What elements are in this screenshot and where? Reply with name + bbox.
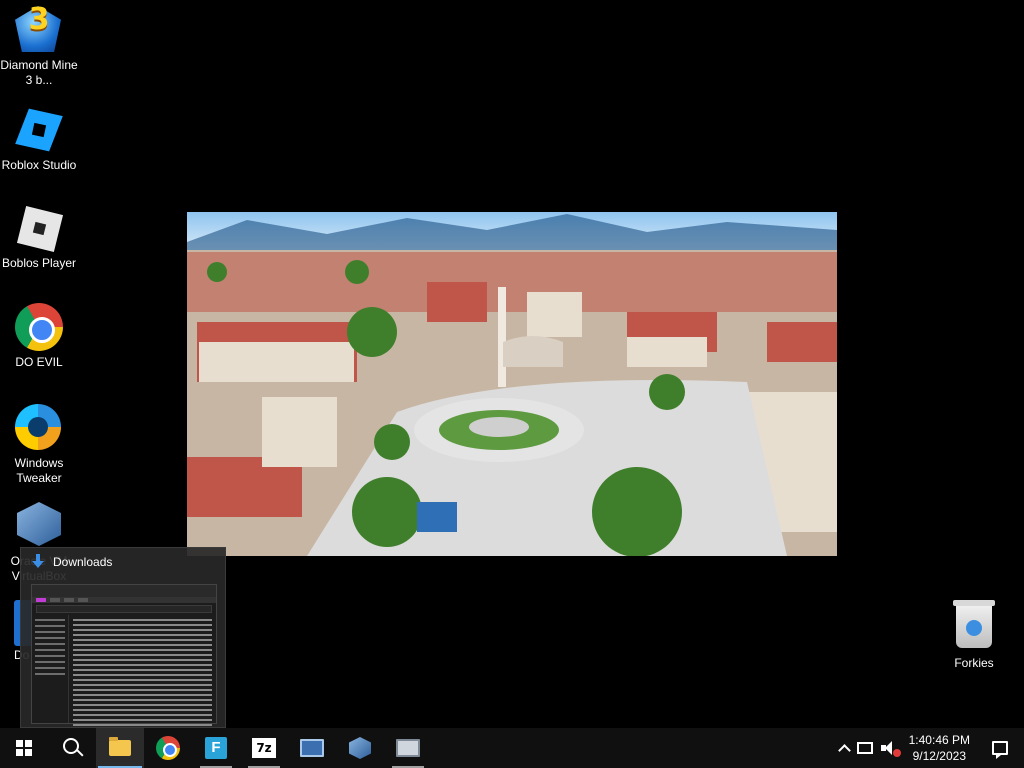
remote-desktop-icon [396,739,420,757]
downloads-thumbnail-preview[interactable]: Downloads [20,547,226,736]
chrome-icon [156,736,180,760]
desktop: 3 Diamond Mine 3 b... Roblox Studio Bobl… [0,0,1024,736]
action-center-button[interactable] [978,728,1024,768]
search-icon [63,738,79,754]
wallpaper-photo [187,212,837,556]
desktop-icon-label: Boblos Player [1,256,77,270]
taskbar-monitor[interactable] [288,728,336,768]
desktop-icon-label: Windows Tweaker [14,456,64,485]
taskbar-flash-player[interactable]: F [192,728,240,768]
network-icon [856,742,873,754]
desktop-icon-do-evil[interactable]: DO EVIL [0,303,78,370]
virtualbox-icon [349,737,371,759]
roblox-player-icon [15,204,64,253]
flash-player-icon: F [205,737,227,759]
notification-icon [992,741,1008,759]
desktop-icon-recycle-bin[interactable]: Forkies [935,600,1013,671]
clock-time: 1:40:46 PM [908,733,970,747]
chevron-up-icon [837,744,851,757]
network-button[interactable] [853,728,877,768]
thumbnail-window-content [31,584,217,736]
recycle-bin-icon [950,600,998,652]
windows-tweaker-icon [15,404,63,452]
taskbar-chrome[interactable] [144,728,192,768]
desktop-icon-diamond-mine[interactable]: 3 Diamond Mine 3 b... [0,5,78,88]
desktop-icon-label: Diamond Mine 3 b... [0,58,78,87]
windows-logo-icon [16,740,32,756]
thumbnail-title: Downloads [53,555,113,569]
taskbar: F 7z 1:40:46 PM 9/12/2023 [0,728,1024,768]
desktop-icon-label: Roblox Studio [1,158,77,172]
desktop-icon-label: DO EVIL [15,355,63,369]
desktop-icon-label: Forkies [954,656,994,670]
desktop-icon-windows-tweaker[interactable]: Windows Tweaker [0,404,78,486]
system-tray: 1:40:46 PM 9/12/2023 [836,728,1024,768]
taskbar-virtualbox[interactable] [336,728,384,768]
taskbar-file-explorer[interactable] [96,728,144,768]
speaker-muted-icon [880,741,901,757]
clock[interactable]: 1:40:46 PM 9/12/2023 [901,728,978,768]
download-arrow-icon [31,554,45,570]
start-button[interactable] [0,728,48,768]
taskbar-7zip[interactable]: 7z [240,728,288,768]
desktop-icon-roblox-studio[interactable]: Roblox Studio [0,106,78,173]
desktop-icon-roblox-player[interactable]: Boblos Player [0,204,78,271]
7zip-icon: 7z [252,738,276,758]
folder-icon [109,737,131,756]
monitor-icon [300,739,324,757]
diamond-mine-icon: 3 [15,5,63,54]
chrome-icon [15,303,63,351]
virtualbox-icon [15,502,63,550]
search-button[interactable] [48,728,96,768]
taskbar-remote-desktop[interactable] [384,728,432,768]
volume-button[interactable] [877,728,901,768]
thumbnail-header: Downloads [21,548,225,576]
show-hidden-icons-button[interactable] [836,728,853,768]
clock-date: 9/12/2023 [912,749,966,763]
roblox-studio-icon [15,106,63,154]
